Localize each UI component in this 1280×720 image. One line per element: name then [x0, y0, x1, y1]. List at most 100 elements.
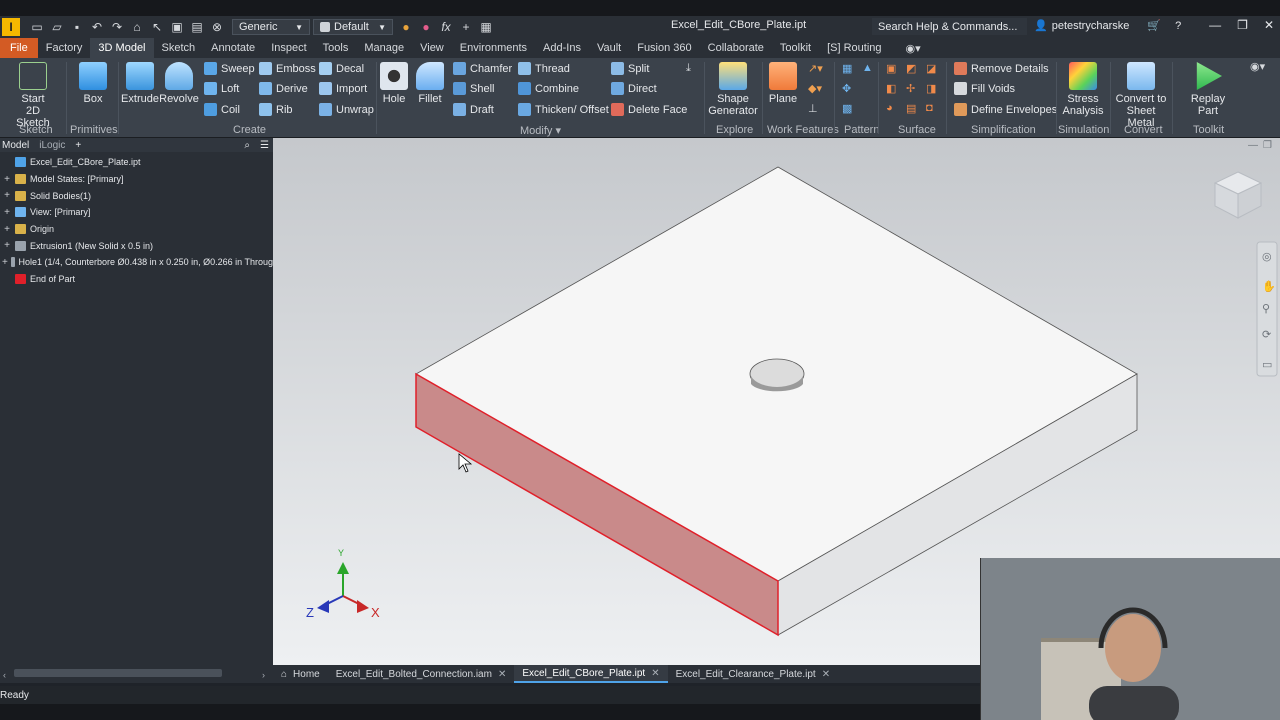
doc-tab[interactable]: Excel_Edit_Clearance_Plate.ipt ✕	[668, 665, 838, 683]
color-wheel-icon[interactable]: ●	[399, 20, 413, 34]
repair-icon[interactable]: ◘	[926, 102, 933, 114]
combine-button[interactable]: Combine	[518, 82, 579, 95]
remove-details-button[interactable]: Remove Details	[954, 62, 1049, 75]
menu-tab-inspect[interactable]: Inspect	[263, 38, 314, 58]
unwrap-button[interactable]: Unwrap	[319, 103, 374, 116]
scroll-right-icon[interactable]: ›	[262, 670, 265, 680]
orbit-icon[interactable]: ⟳	[1262, 329, 1271, 341]
browser-node[interactable]: + Hole1 (1/4, Counterbore Ø0.438 in x 0.2…	[0, 254, 273, 271]
tab-model[interactable]: Model	[2, 140, 29, 151]
viewport-minimize-icon[interactable]: —	[1248, 140, 1258, 151]
look-at-icon[interactable]: ▭	[1262, 359, 1272, 371]
ruled-surface-icon[interactable]: ◨	[926, 82, 936, 95]
expand-icon[interactable]: +	[2, 174, 12, 185]
ilogic-icon[interactable]: ▦	[479, 20, 493, 34]
browser-node[interactable]: + Solid Bodies(1)	[0, 187, 273, 204]
split-button[interactable]: Split	[611, 62, 649, 75]
redo-icon[interactable]: ↷	[110, 20, 124, 34]
ribbon-options-icon[interactable]: ◉▾	[1250, 60, 1265, 73]
restore-icon[interactable]: ❐	[1237, 18, 1248, 32]
menu-tab-vault[interactable]: Vault	[589, 38, 629, 58]
close-tab-icon[interactable]: ✕	[822, 669, 830, 680]
menu-tab-collaborate[interactable]: Collaborate	[700, 38, 772, 58]
menu-tab-3d-model[interactable]: 3D Model	[90, 38, 154, 58]
new-icon[interactable]: ▭	[30, 20, 44, 34]
search-icon[interactable]: ⌕	[244, 140, 250, 151]
minimize-icon[interactable]: —	[1209, 18, 1221, 32]
home-icon[interactable]: ⌂	[130, 20, 144, 34]
hole-button[interactable]: Hole	[380, 62, 408, 105]
circular-pattern-icon[interactable]: ✥	[842, 82, 851, 95]
menu-tab-environments[interactable]: Environments	[452, 38, 535, 58]
panel-label-modify[interactable]: Modify ▾	[520, 124, 561, 137]
help-icon[interactable]: ?	[1175, 20, 1181, 32]
direct-button[interactable]: Direct	[611, 82, 657, 95]
open-icon[interactable]: ▱	[50, 20, 64, 34]
browser-node[interactable]: + View: [Primary]	[0, 204, 273, 221]
menu-tab-factory[interactable]: Factory	[38, 38, 91, 58]
menu-icon[interactable]: ☰	[260, 140, 269, 151]
toggle-icon[interactable]: ◉▾	[906, 42, 921, 55]
pin-icon[interactable]: ⤓	[686, 62, 691, 75]
save-icon[interactable]: ▪	[70, 20, 84, 34]
cart-icon[interactable]: 🛒	[1147, 19, 1161, 32]
add-tab-icon[interactable]: +	[75, 140, 81, 151]
close-tab-icon[interactable]: ✕	[651, 668, 659, 679]
sketch-pattern-icon[interactable]: ▩	[842, 102, 852, 115]
user-menu[interactable]: 👤 petestrycharske 🛒 ?	[1034, 19, 1181, 33]
close-icon[interactable]: ✕	[1264, 18, 1274, 32]
boundary-patch-icon[interactable]: ◕	[886, 102, 893, 114]
doc-tab[interactable]: Excel_Edit_CBore_Plate.ipt ✕	[514, 665, 668, 683]
axis-icon[interactable]: ↗▾	[808, 62, 823, 75]
viewport-restore-icon[interactable]: ❐	[1263, 140, 1272, 151]
draft-button[interactable]: Draft	[453, 103, 494, 116]
close-doc-icon[interactable]: ⊗	[210, 20, 224, 34]
import-button[interactable]: Import	[319, 82, 367, 95]
view-cube[interactable]	[1213, 171, 1263, 219]
pan-icon[interactable]: ✋	[1262, 280, 1276, 293]
start-2d-sketch-button[interactable]: Start 2D Sketch	[10, 62, 56, 129]
tab-ilogic[interactable]: iLogic	[39, 140, 65, 151]
browser-node[interactable]: + Origin	[0, 221, 273, 238]
patch-icon[interactable]: ◩	[906, 62, 916, 75]
stitch-icon[interactable]: ▣	[886, 62, 896, 75]
derive-button[interactable]: Derive	[259, 82, 308, 95]
expand-icon[interactable]: +	[2, 257, 8, 268]
define-envelopes-button[interactable]: Define Envelopes	[954, 103, 1057, 116]
menu-tab-fusion-360[interactable]: Fusion 360	[629, 38, 699, 58]
select-icon[interactable]: ↖	[150, 20, 164, 34]
fill-voids-button[interactable]: Fill Voids	[954, 82, 1015, 95]
replace-face-icon[interactable]: ▤	[906, 102, 916, 115]
fillet-button[interactable]: Fillet	[415, 62, 445, 105]
sculpt-icon[interactable]: ◪	[926, 62, 936, 75]
emboss-button[interactable]: Emboss	[259, 62, 316, 75]
update-icon[interactable]: ▣	[170, 20, 184, 34]
expand-icon[interactable]: +	[2, 224, 12, 235]
trim-icon[interactable]: ◧	[886, 82, 896, 95]
revolve-button[interactable]: Revolve	[159, 62, 199, 105]
menu-tab-tools[interactable]: Tools	[315, 38, 357, 58]
convert-sheet-metal-button[interactable]: Convert to Sheet Metal	[1112, 62, 1170, 129]
close-tab-icon[interactable]: ✕	[498, 669, 506, 680]
menu-tab-add-ins[interactable]: Add-Ins	[535, 38, 589, 58]
decal-button[interactable]: Decal	[319, 62, 364, 75]
menu-tab-toolkit[interactable]: Toolkit	[772, 38, 819, 58]
search-input[interactable]: Search Help & Commands...	[872, 18, 1027, 35]
menu-tab-sketch[interactable]: Sketch	[154, 38, 204, 58]
point-icon[interactable]: ◆▾	[808, 82, 822, 95]
chamfer-button[interactable]: Chamfer	[453, 62, 512, 75]
browser-node[interactable]: + Model States: [Primary]	[0, 171, 273, 188]
rib-button[interactable]: Rib	[259, 103, 293, 116]
app-logo[interactable]: I	[2, 18, 20, 36]
stress-analysis-button[interactable]: Stress Analysis	[1060, 62, 1106, 117]
file-menu[interactable]: File	[0, 38, 38, 58]
menu-tab-manage[interactable]: Manage	[356, 38, 412, 58]
shape-generator-button[interactable]: Shape Generator	[708, 62, 758, 117]
shell-button[interactable]: Shell	[453, 82, 494, 95]
extend-icon[interactable]: ✢	[906, 82, 915, 95]
doc-tab[interactable]: Excel_Edit_Bolted_Connection.iam ✕	[328, 665, 515, 683]
fx-icon[interactable]: fx	[439, 20, 453, 34]
thicken-offset-button[interactable]: Thicken/ Offset	[518, 103, 609, 116]
coil-button[interactable]: Coil	[204, 103, 240, 116]
sweep-button[interactable]: Sweep	[204, 62, 255, 75]
